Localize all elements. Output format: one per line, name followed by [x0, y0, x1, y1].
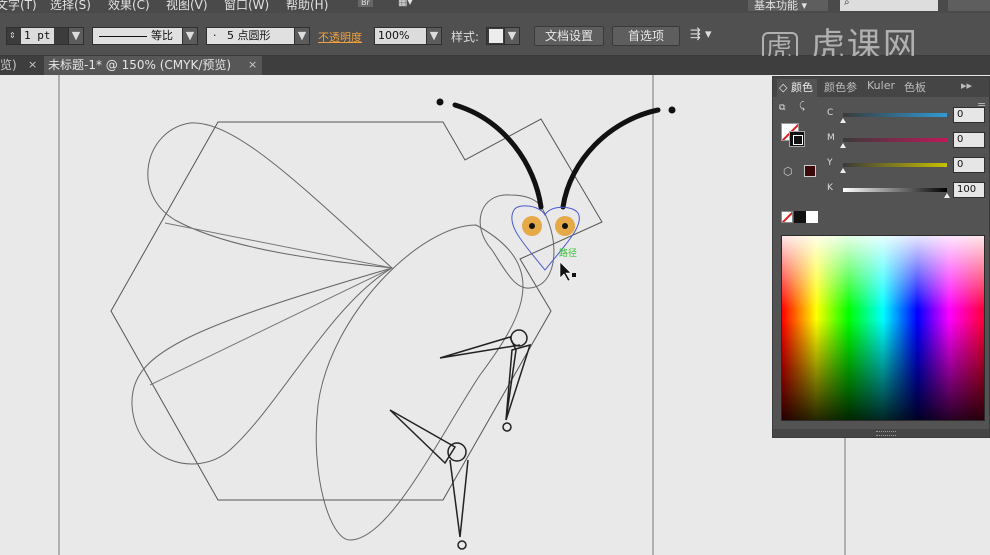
wing-vein: [149, 267, 393, 386]
slider-label-k: K: [827, 183, 833, 193]
default-colors-icon[interactable]: ⧉: [779, 103, 785, 113]
antenna-tip: [668, 106, 676, 114]
preferences-button[interactable]: 首选项: [612, 26, 680, 46]
color-spectrum[interactable]: [781, 235, 985, 421]
window-controls[interactable]: [948, 0, 990, 11]
brush-label: 5 点圆形: [227, 29, 271, 42]
style-swatch: [489, 29, 503, 43]
path-hover-label: 路径: [559, 247, 577, 259]
chevron-down-icon[interactable]: ▼: [68, 28, 83, 44]
select-similar-icon[interactable]: ⇶ ▾: [690, 27, 712, 42]
chevron-down-icon[interactable]: ▼: [294, 28, 309, 44]
chevron-down-icon[interactable]: ▼: [426, 28, 441, 44]
brush-dot-icon: ·: [213, 29, 217, 42]
color-panel: ◇ 颜色 颜色参 Kuler 色板 ▸▸ ≡ ⧉ ⤹ ⬡ C 0 M 0 Y 0 K 100: [772, 76, 990, 438]
slider-thumb-k[interactable]: [944, 193, 950, 198]
upper-leg-foot: [502, 422, 512, 432]
slider-thumb-y[interactable]: [840, 168, 846, 173]
swap-colors-icon[interactable]: ⤹: [799, 101, 805, 112]
hexagon-wing[interactable]: [110, 118, 603, 501]
upper-wing[interactable]: [147, 122, 394, 269]
moth-body[interactable]: [315, 224, 524, 541]
document-setup-button[interactable]: 文档设置: [534, 26, 604, 46]
arrange-documents-icon[interactable]: ▦▾: [398, 0, 412, 8]
none-slash-icon: [782, 212, 792, 222]
stroke-profile-label: 等比: [151, 29, 173, 42]
moth-head[interactable]: [479, 194, 555, 289]
out-of-gamut-icon[interactable]: ⬡: [783, 165, 793, 178]
slider-track-m[interactable]: [843, 138, 947, 142]
lower-wing[interactable]: [131, 267, 393, 465]
slider-track-k[interactable]: [843, 188, 947, 192]
slider-value-c[interactable]: 0: [953, 107, 985, 123]
left-pupil: [529, 223, 535, 229]
cursor-anchor-square: [572, 273, 576, 277]
slider-value-k[interactable]: 100: [953, 182, 985, 198]
menu-select[interactable]: 选择(S): [50, 0, 91, 13]
panel-collapse-icon[interactable]: ▸▸: [961, 79, 972, 92]
slider-label-m: M: [827, 133, 835, 143]
slider-value-m[interactable]: 0: [953, 132, 985, 148]
tab-swatches[interactable]: 色板: [904, 79, 926, 95]
stroke-weight-value[interactable]: 1 pt: [21, 28, 54, 44]
upper-leg-joint: [510, 329, 528, 347]
slider-thumb-c[interactable]: [840, 118, 846, 123]
menu-bar: 文字(T) 选择(S) 效果(C) 视图(V) 窗口(W) 帮助(H) Br ▦…: [0, 0, 990, 13]
slider-label-c: C: [827, 108, 834, 118]
brush-select[interactable]: · 5 点圆形 ▼: [206, 27, 310, 45]
slider-label-y: Y: [827, 158, 833, 168]
upper-leg-segment[interactable]: [505, 343, 532, 421]
style-picker[interactable]: ▼: [486, 27, 520, 45]
tab-color[interactable]: ◇ 颜色: [777, 79, 817, 97]
panel-resize-grip[interactable]: [773, 429, 989, 437]
lower-leg-joint: [447, 442, 467, 462]
color-panel-tabs: ◇ 颜色 颜色参 Kuler 色板 ▸▸ ≡: [773, 77, 989, 112]
slider-thumb-m[interactable]: [840, 143, 846, 148]
search-field[interactable]: ⌕: [840, 0, 938, 11]
style-label: 样式:: [451, 30, 480, 44]
tab-kuler[interactable]: Kuler: [867, 79, 895, 92]
stroke-line-preview: [99, 36, 147, 37]
menu-help[interactable]: 帮助(H): [286, 0, 328, 13]
right-pupil: [562, 223, 568, 229]
workspace-switcher[interactable]: 基本功能 ▾: [748, 0, 828, 12]
right-antenna[interactable]: [560, 107, 661, 210]
arrow-cursor-icon: [559, 261, 572, 282]
stroke-profile-select[interactable]: 等比 ▼: [92, 27, 198, 45]
wing-vein: [164, 222, 393, 269]
black-swatch[interactable]: [794, 211, 806, 223]
close-icon[interactable]: ×: [248, 56, 257, 74]
lower-leg-thigh[interactable]: [389, 409, 457, 465]
bridge-button[interactable]: Br: [358, 0, 373, 7]
lower-leg-foot: [457, 540, 467, 550]
opacity-field[interactable]: 100% ▼: [374, 27, 442, 45]
search-icon: ⌕: [844, 0, 850, 8]
document-tab-bar: 览) × 未标题-1* @ 150% (CMYK/预览) ×: [0, 56, 990, 75]
tab-color-guide[interactable]: 颜色参: [824, 79, 857, 95]
menu-effect[interactable]: 效果(C): [108, 0, 150, 13]
chevron-down-icon[interactable]: ▼: [504, 28, 519, 44]
stroke-swatch[interactable]: [789, 131, 805, 147]
stroke-swatch-inner: [793, 135, 803, 145]
tab-active-document[interactable]: 未标题-1* @ 150% (CMYK/预览): [44, 56, 262, 75]
close-icon[interactable]: ×: [28, 56, 37, 74]
slider-track-y[interactable]: [843, 163, 947, 167]
antenna-tip: [436, 98, 444, 106]
chevron-down-icon[interactable]: ▼: [182, 28, 197, 44]
upper-leg[interactable]: [439, 336, 521, 421]
left-antenna[interactable]: [452, 102, 544, 210]
menu-type[interactable]: 文字(T): [0, 0, 37, 13]
slider-value-y[interactable]: 0: [953, 157, 985, 173]
menu-window[interactable]: 窗口(W): [224, 0, 269, 13]
stroke-weight-field[interactable]: ⇕ 1 pt ▼: [6, 27, 84, 45]
fill-color-chip[interactable]: [804, 165, 816, 177]
grip-dots: [876, 431, 896, 436]
stepper-icon[interactable]: ⇕: [9, 28, 16, 44]
menu-view[interactable]: 视图(V): [166, 0, 208, 13]
opacity-value[interactable]: 100%: [375, 28, 427, 44]
opacity-link[interactable]: 不透明度: [318, 29, 362, 45]
slider-track-c[interactable]: [843, 113, 947, 117]
white-swatch[interactable]: [806, 211, 818, 223]
none-swatch[interactable]: [781, 211, 793, 223]
